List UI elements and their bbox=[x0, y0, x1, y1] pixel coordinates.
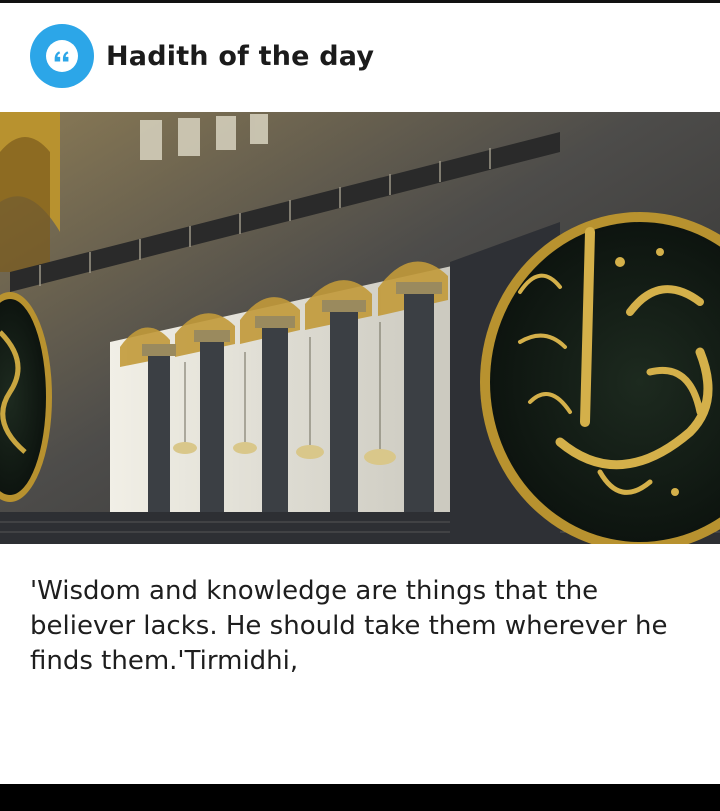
hadith-page: Hadith of the day 'Wisdom and knowledge … bbox=[0, 0, 720, 811]
quote-icon bbox=[30, 24, 94, 88]
card-header: Hadith of the day bbox=[30, 24, 374, 88]
mosque-interior-illustration bbox=[0, 112, 720, 544]
page-title: Hadith of the day bbox=[106, 40, 375, 72]
bottom-bar bbox=[0, 784, 720, 811]
hadith-image[interactable] bbox=[0, 112, 720, 544]
hadith-quote-text: 'Wisdom and knowledge are things that th… bbox=[30, 576, 668, 676]
top-divider bbox=[0, 0, 720, 3]
